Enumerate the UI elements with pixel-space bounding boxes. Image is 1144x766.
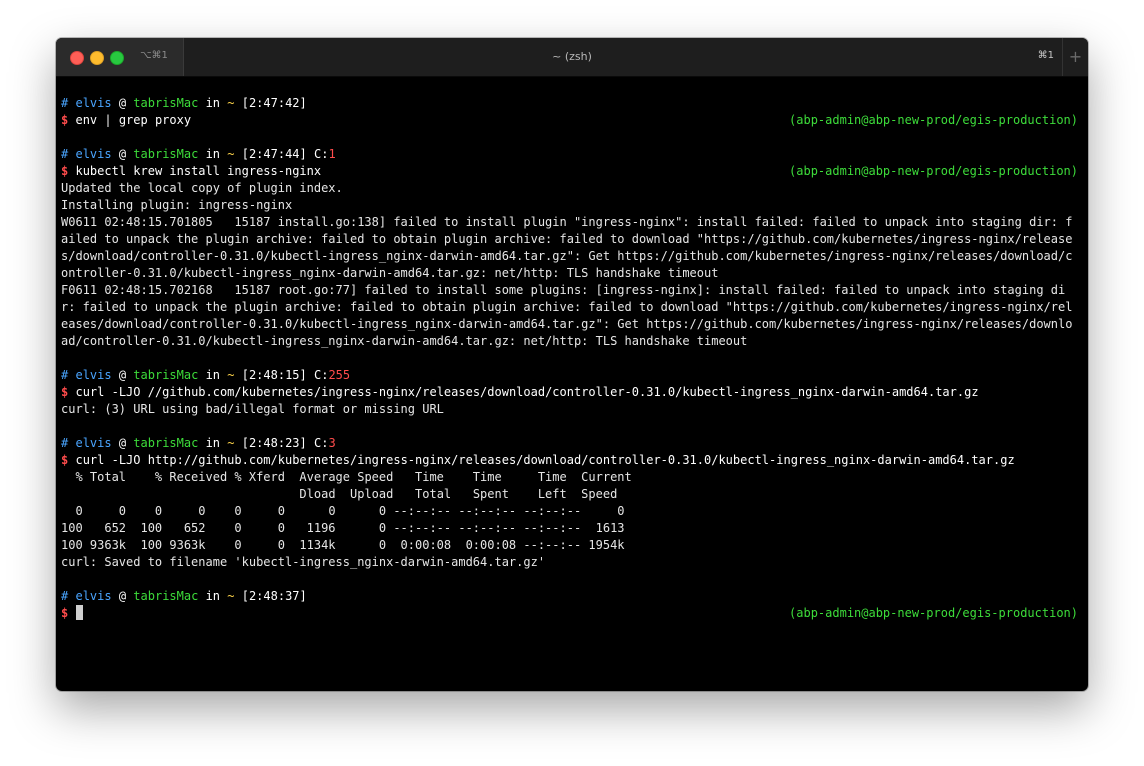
prompt-at: @ (118, 436, 127, 450)
prompt-in: in (205, 436, 221, 450)
output-line: Installing plugin: ingress-nginx (61, 198, 293, 212)
prompt-dir: ~ (227, 589, 235, 603)
prompt-hash: # (61, 96, 69, 110)
prompt-in: in (205, 368, 221, 382)
prompt-info-line: # elvis @ tabrisMac in ~ [2:47:42] (61, 95, 1078, 112)
prompt-dollar: $ (61, 164, 69, 178)
exit-code-label: C: (313, 147, 329, 161)
prompt-dir: ~ (227, 368, 235, 382)
right-prompt-context: (abp-admin@abp-new-prod/egis-production) (789, 606, 1078, 620)
command-text: curl -LJO http://github.com/kubernetes/i… (75, 453, 1015, 467)
prompt-host: tabrisMac (133, 368, 199, 382)
exit-code-value: 3 (328, 436, 336, 450)
prompt-time: [2:48:15] (241, 368, 307, 382)
title-bar: ⌥⌘1 ~ (zsh) ⌘1 + (56, 38, 1088, 77)
prompt-host: tabrisMac (133, 589, 199, 603)
text-cursor[interactable] (76, 605, 84, 620)
command-line: $ kubectl krew install ingress-nginx (abp… (61, 163, 1078, 180)
terminal-window: ⌥⌘1 ~ (zsh) ⌘1 + # elvis @ tabrisMac in … (56, 38, 1088, 691)
prompt-dir: ~ (227, 147, 235, 161)
prompt-user: elvis (75, 436, 112, 450)
prompt-info-line: # elvis @ tabrisMac in ~ [2:48:37] (61, 588, 1078, 605)
prompt-time: [2:47:42] (241, 96, 307, 110)
prompt-user: elvis (75, 96, 112, 110)
output-line: 100 9363k 100 9363k 0 0 1134k 0 0:00:08 … (61, 538, 625, 552)
command-line: $ curl -LJO //github.com/kubernetes/ingr… (61, 384, 1078, 401)
prompt-hash: # (61, 436, 69, 450)
prompt-dollar: $ (61, 385, 69, 399)
output-line: curl: (3) URL using bad/illegal format o… (61, 402, 444, 416)
tab-shortcut-right: ⌘1 (1037, 50, 1054, 61)
prompt-user: elvis (75, 589, 112, 603)
prompt-in: in (205, 147, 221, 161)
command-line: $ curl -LJO http://github.com/kubernetes… (61, 452, 1078, 469)
output-line: 100 652 100 652 0 0 1196 0 --:--:-- --:-… (61, 521, 625, 535)
prompt-info-line: # elvis @ tabrisMac in ~ [2:48:23] C:3 (61, 435, 1078, 452)
prompt-time: [2:48:23] (241, 436, 307, 450)
prompt-dir: ~ (227, 96, 235, 110)
prompt-hash: # (61, 368, 69, 382)
prompt-host: tabrisMac (133, 96, 199, 110)
prompt-time: [2:47:44] (241, 147, 307, 161)
command-text: env | grep proxy (75, 113, 192, 127)
prompt-in: in (205, 96, 221, 110)
terminal-output[interactable]: # elvis @ tabrisMac in ~ [2:47:42] $ env … (61, 95, 1078, 622)
exit-code-label: C: (313, 436, 329, 450)
prompt-hash: # (61, 147, 69, 161)
right-prompt-context: (abp-admin@abp-new-prod/egis-production) (789, 164, 1078, 178)
exit-code-value: 255 (328, 368, 351, 382)
prompt-at: @ (118, 589, 127, 603)
prompt-info-line: # elvis @ tabrisMac in ~ [2:47:44] C:1 (61, 146, 1078, 163)
command-text: kubectl krew install ingress-nginx (75, 164, 322, 178)
prompt-dir: ~ (227, 436, 235, 450)
command-text: curl -LJO //github.com/kubernetes/ingres… (75, 385, 979, 399)
prompt-in: in (205, 589, 221, 603)
prompt-dollar: $ (61, 453, 69, 467)
prompt-user: elvis (75, 368, 112, 382)
output-line: W0611 02:48:15.701805 15187 install.go:1… (61, 215, 1073, 280)
output-line: Updated the local copy of plugin index. (61, 181, 343, 195)
window-title: ~ (zsh) (552, 50, 592, 63)
prompt-time: [2:48:37] (241, 589, 307, 603)
prompt-info-line: # elvis @ tabrisMac in ~ [2:48:15] C:255 (61, 367, 1078, 384)
prompt-dollar: $ (61, 113, 69, 127)
right-prompt-context: (abp-admin@abp-new-prod/egis-production) (789, 113, 1078, 127)
output-line: curl: Saved to filename 'kubectl-ingress… (61, 555, 546, 569)
prompt-at: @ (118, 147, 127, 161)
prompt-host: tabrisMac (133, 436, 199, 450)
output-line: Dload Upload Total Spent Left Speed (61, 487, 618, 501)
command-line: $ env | grep proxy (abp-admin@abp-new-pro… (61, 112, 1078, 129)
prompt-host: tabrisMac (133, 147, 199, 161)
prompt-at: @ (118, 96, 127, 110)
output-line: F0611 02:48:15.702168 15187 root.go:77] … (61, 283, 1073, 348)
output-line: 0 0 0 0 0 0 0 0 --:--:-- --:--:-- --:--:… (61, 504, 625, 518)
command-line: $ (abp-admin@abp-new-prod/egis-productio… (61, 605, 1078, 622)
prompt-at: @ (118, 368, 127, 382)
prompt-user: elvis (75, 147, 112, 161)
prompt-dollar: $ (61, 606, 69, 620)
exit-code-value: 1 (328, 147, 336, 161)
prompt-hash: # (61, 589, 69, 603)
new-tab-button[interactable]: + (1062, 38, 1088, 76)
exit-code-label: C: (313, 368, 329, 382)
output-line: % Total % Received % Xferd Average Speed… (61, 470, 632, 484)
